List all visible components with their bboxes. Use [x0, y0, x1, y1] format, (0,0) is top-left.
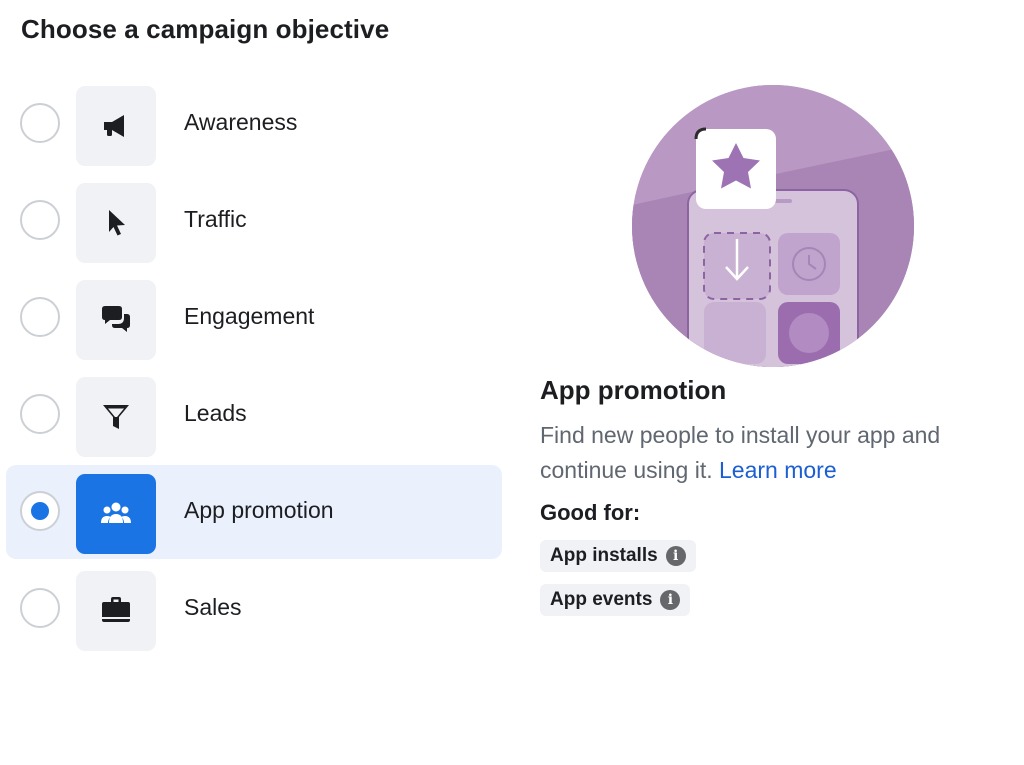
- icon-tile: [76, 474, 156, 554]
- objective-label: App promotion: [184, 497, 334, 523]
- objective-list: Awareness Traffic Engagement Leads App p…: [6, 77, 502, 659]
- objective-label: Awareness: [184, 109, 298, 135]
- objective-label: Sales: [184, 594, 242, 620]
- radio-button[interactable]: [20, 394, 60, 434]
- objective-label: Leads: [184, 400, 247, 426]
- icon-tile: [76, 183, 156, 263]
- objective-option-leads[interactable]: Leads: [6, 368, 502, 462]
- good-for-label: Good for:: [540, 500, 641, 525]
- page-title: Choose a campaign objective: [21, 14, 390, 44]
- icon-tile: [76, 377, 156, 457]
- funnel-icon: [103, 405, 129, 429]
- radio-button[interactable]: [20, 491, 60, 531]
- info-icon[interactable]: i: [665, 546, 686, 566]
- chat-bubbles-icon: [102, 306, 130, 332]
- chip-label: App installs: [550, 545, 658, 566]
- learn-more-link[interactable]: Learn more: [719, 457, 837, 483]
- briefcase-icon: [102, 597, 130, 622]
- objective-detail-panel: App promotion Find new people to install…: [540, 375, 1000, 616]
- megaphone-icon: [104, 115, 124, 137]
- detail-description-block: Find new people to install your app and …: [540, 418, 1000, 488]
- cursor-icon: [109, 210, 125, 236]
- people-icon: [101, 502, 131, 523]
- radio-button[interactable]: [20, 200, 60, 240]
- objective-option-awareness[interactable]: Awareness: [6, 77, 502, 171]
- objective-option-traffic[interactable]: Traffic: [6, 174, 502, 268]
- radio-button[interactable]: [20, 297, 60, 337]
- objective-option-sales[interactable]: Sales: [6, 562, 502, 656]
- app-promotion-illustration: [632, 85, 914, 367]
- radio-dot: [31, 502, 49, 520]
- chip-label: App events: [550, 589, 653, 610]
- info-icon[interactable]: i: [660, 590, 681, 610]
- objective-label: Traffic: [184, 206, 247, 232]
- detail-title: App promotion: [540, 375, 727, 405]
- radio-button[interactable]: [20, 103, 60, 143]
- objective-option-app-promotion[interactable]: App promotion: [6, 465, 502, 559]
- icon-tile: [76, 280, 156, 360]
- objective-option-engagement[interactable]: Engagement: [6, 271, 502, 365]
- chip-row: App events i: [540, 584, 1000, 616]
- chip-app-installs: App installs i: [540, 540, 696, 572]
- radio-button[interactable]: [20, 588, 60, 628]
- icon-tile: [76, 86, 156, 166]
- chip-row: App installs i: [540, 540, 1000, 572]
- chip-app-events: App events i: [540, 584, 691, 616]
- icon-tile: [76, 571, 156, 651]
- app-store-illustration: [632, 85, 914, 367]
- objective-label: Engagement: [184, 303, 315, 329]
